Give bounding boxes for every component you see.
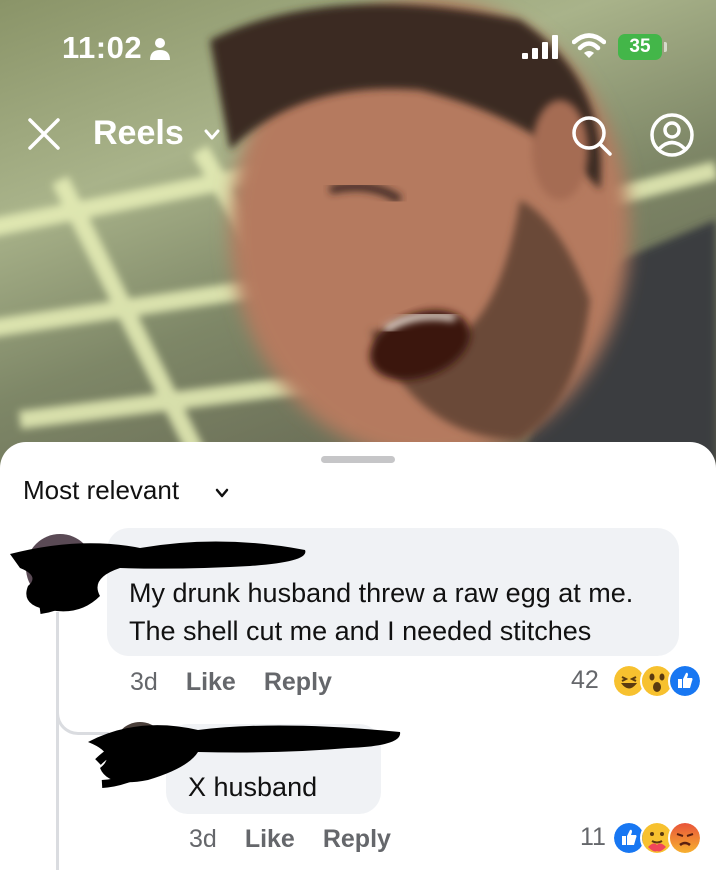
thread-line [56, 612, 59, 870]
comment-meta: 3d Like Reply [130, 668, 332, 697]
close-icon[interactable] [26, 116, 62, 152]
profile-icon[interactable] [649, 112, 695, 158]
battery-level: 35 [618, 34, 662, 60]
comments-sheet: Most relevant My drunk husband threw a r… [0, 442, 716, 870]
reply-meta: 3d Like Reply [189, 825, 391, 854]
chevron-down-icon[interactable] [203, 128, 221, 142]
status-bar: 11:02 35 [0, 0, 716, 90]
reply-button[interactable]: Reply [264, 668, 332, 696]
reels-title[interactable]: Reels [93, 114, 184, 153]
reaction-count[interactable]: 11 [580, 823, 606, 852]
status-time: 11:02 [62, 30, 143, 65]
cellular-signal-icon [522, 35, 558, 59]
like-button[interactable]: Like [245, 825, 295, 853]
reply-button[interactable]: Reply [323, 825, 391, 853]
wifi-icon [572, 33, 606, 58]
sheet-drag-handle[interactable] [321, 456, 395, 463]
person-icon [150, 38, 170, 60]
reaction-count[interactable]: 42 [571, 666, 599, 695]
like-icon[interactable] [668, 664, 702, 698]
redacted-reply-name-avatar [88, 722, 401, 788]
chevron-down-icon[interactable] [215, 488, 229, 498]
sort-dropdown-label[interactable]: Most relevant [23, 475, 179, 506]
reply-age: 3d [189, 825, 217, 853]
search-icon[interactable] [568, 112, 614, 158]
comment-age: 3d [130, 668, 158, 696]
redacted-name-avatar [10, 534, 306, 614]
battery-cap [664, 42, 667, 52]
angry-icon[interactable] [668, 821, 702, 855]
like-button[interactable]: Like [186, 668, 236, 696]
